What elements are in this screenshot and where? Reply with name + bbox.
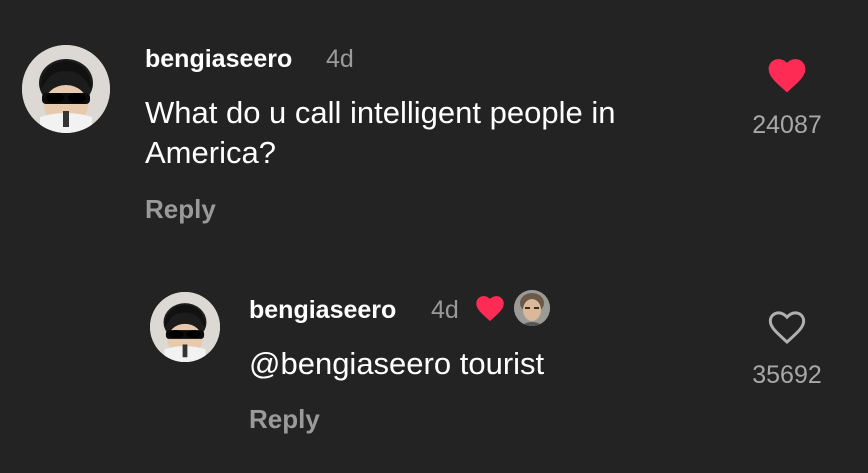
- avatar[interactable]: [150, 292, 220, 362]
- comment-text: What do u call intelligent people in Ame…: [145, 93, 615, 173]
- like-count: 35692: [752, 361, 822, 389]
- user-avatar-icon: [22, 45, 110, 133]
- comment-time: 4d: [326, 45, 354, 73]
- heart-filled-icon[interactable]: [767, 56, 807, 94]
- username[interactable]: bengiaseero: [145, 44, 292, 74]
- reply-button[interactable]: Reply: [249, 404, 320, 434]
- like-count: 24087: [752, 111, 822, 139]
- creator-avatar-icon: [514, 290, 550, 326]
- comment-text-line: America?: [145, 135, 276, 170]
- comment-time: 4d: [431, 296, 459, 324]
- reply-button[interactable]: Reply: [145, 194, 216, 224]
- avatar[interactable]: [22, 45, 110, 133]
- comments-section: bengiaseero 4d What do u call intelligen…: [0, 0, 868, 473]
- creator-avatar: [514, 290, 550, 326]
- comment-text-line: What do u call intelligent people in: [145, 95, 616, 130]
- user-avatar-icon: [150, 292, 220, 362]
- heart-outline-icon[interactable]: [767, 308, 807, 346]
- comment-text: @bengiaseero tourist: [249, 346, 545, 381]
- username[interactable]: bengiaseero: [249, 295, 396, 325]
- creator-liked-heart-icon: [475, 294, 505, 322]
